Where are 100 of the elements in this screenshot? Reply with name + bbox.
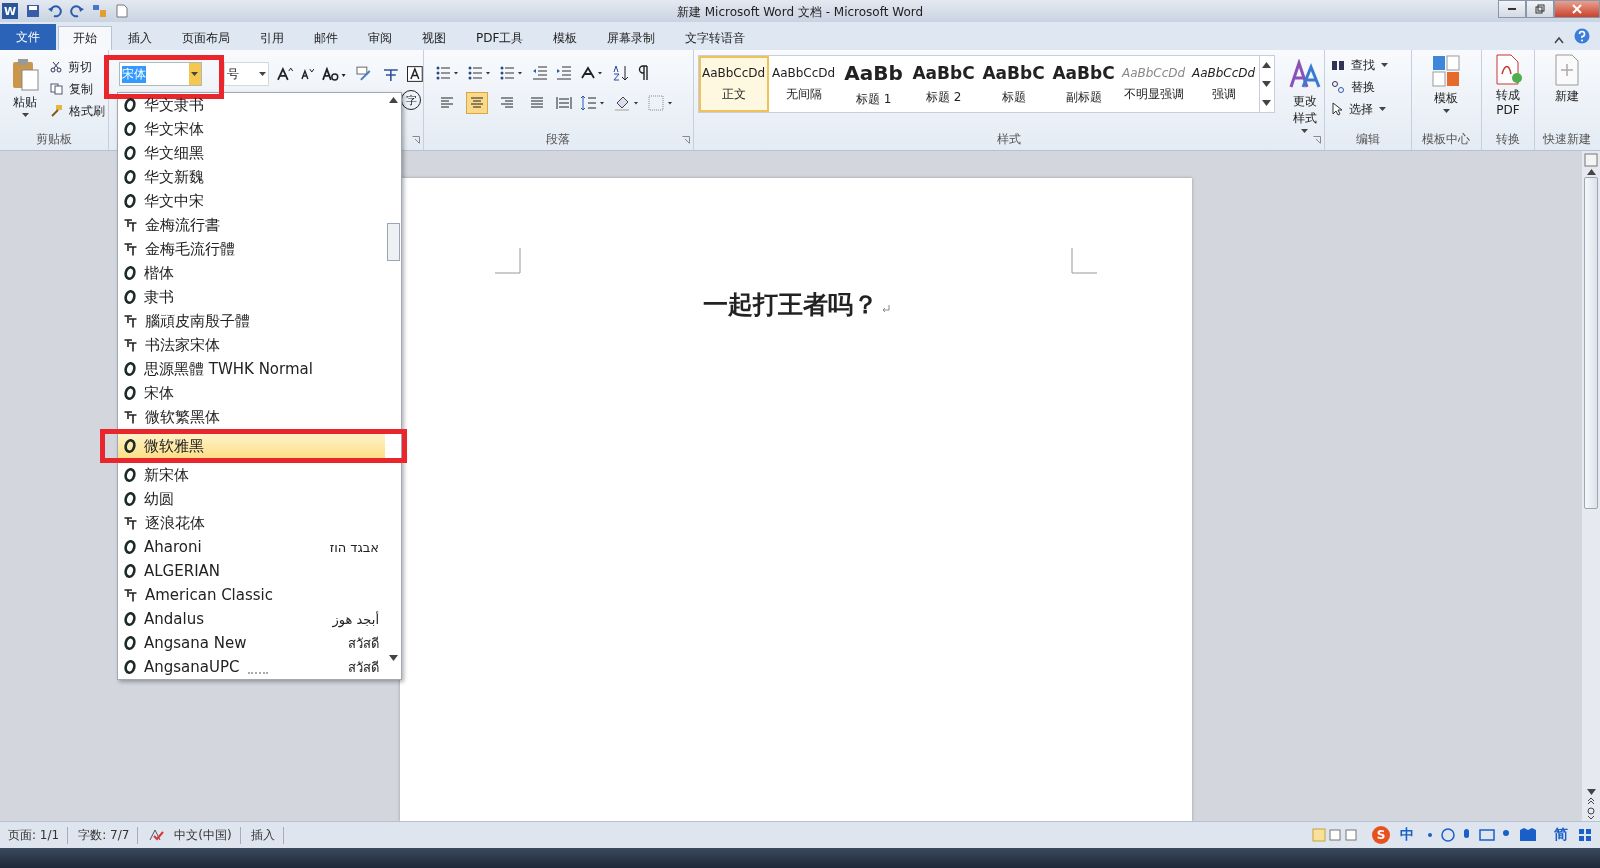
font-item[interactable]: 微软雅黑 — [118, 434, 385, 458]
font-item[interactable]: 思源黑體 TWHK Normal — [118, 357, 385, 381]
ime-logo[interactable]: S — [1372, 826, 1390, 844]
cut-button[interactable]: 剪切 — [50, 58, 105, 76]
copy-button[interactable]: 复制 — [50, 80, 105, 98]
layout-icon[interactable] — [92, 4, 108, 18]
ribbon-tab[interactable]: 邮件 — [300, 26, 352, 50]
style-item[interactable]: AaBbCcDd 不明显强调 — [1118, 56, 1189, 112]
change-styles-button[interactable]: 更改样式 — [1282, 55, 1327, 137]
resize-grip-icon[interactable] — [248, 672, 268, 677]
dialog-launcher-icon[interactable] — [1312, 136, 1321, 144]
font-item[interactable]: American Classic — [118, 583, 385, 607]
text-direction-icon[interactable] — [580, 66, 604, 80]
list-icon[interactable] — [468, 66, 492, 80]
ribbon-tab[interactable]: 页面布局 — [168, 26, 244, 50]
collapse-ribbon-icon[interactable] — [1554, 36, 1564, 44]
ime-script[interactable]: 简 — [1554, 826, 1568, 844]
font-item[interactable]: 华文新魏 — [118, 165, 385, 189]
template-button[interactable]: 模板 — [1425, 50, 1468, 117]
font-size-field[interactable]: 号 — [223, 62, 269, 86]
increase-indent-icon[interactable] — [556, 66, 572, 80]
font-item[interactable]: 金梅流行書 — [118, 213, 385, 237]
replace-button[interactable]: 替换 — [1330, 78, 1411, 96]
ribbon-tab[interactable]: 引用 — [246, 26, 298, 50]
scrollbar-thumb[interactable] — [1584, 177, 1598, 509]
undo-icon[interactable] — [48, 4, 62, 18]
status-text[interactable]: 字数: 7/7 — [78, 826, 139, 844]
dialog-launcher-icon[interactable] — [681, 136, 690, 144]
list-icon[interactable] — [436, 66, 460, 80]
style-item[interactable]: AaBbCcDd 正文 — [698, 56, 769, 112]
sort-icon[interactable] — [612, 65, 630, 81]
browse-object-icon[interactable] — [1586, 797, 1596, 821]
style-item[interactable]: AaBbC 标题 — [978, 56, 1049, 112]
dialog-launcher-icon[interactable] — [412, 136, 420, 144]
distributed-icon[interactable] — [556, 96, 572, 110]
redo-icon[interactable] — [70, 4, 84, 18]
status-text[interactable]: 中文(中国) — [174, 826, 241, 844]
file-tab[interactable]: 文件 — [0, 24, 56, 50]
scroll-up-icon[interactable] — [388, 97, 398, 103]
font-item[interactable]: 华文隶书 — [118, 93, 385, 117]
scroll-down-icon[interactable] — [1262, 81, 1272, 87]
style-item[interactable]: AaBb 标题 1 — [838, 56, 909, 112]
font-item[interactable]: 隶书 — [118, 285, 385, 309]
ime-mode[interactable]: 中 — [1400, 826, 1414, 844]
style-item[interactable]: AaBbCcDd 无间隔 — [768, 56, 839, 112]
more-icon[interactable] — [1262, 99, 1272, 106]
shrink-font-icon[interactable] — [300, 68, 315, 80]
decrease-indent-icon[interactable] — [532, 66, 548, 80]
settings-icon[interactable] — [1578, 828, 1592, 842]
save-icon[interactable] — [26, 4, 40, 18]
style-item[interactable]: AaBbC 副标题 — [1048, 56, 1119, 112]
status-text[interactable]: 页面: 1/1 — [8, 826, 69, 844]
find-button[interactable]: 查找 — [1330, 56, 1411, 74]
scroll-up-icon[interactable] — [1586, 169, 1596, 175]
font-item[interactable]: 逐浪花体 — [118, 511, 385, 535]
ribbon-tab[interactable]: 插入 — [114, 26, 166, 50]
font-item[interactable]: 微软繁黑体 — [118, 405, 385, 429]
shading-icon[interactable] — [614, 95, 640, 111]
scroll-down-icon[interactable] — [388, 655, 398, 661]
font-item[interactable]: 华文中宋 — [118, 189, 385, 213]
status-text[interactable]: 插入 — [250, 826, 284, 844]
ribbon-tab[interactable]: 文字转语音 — [671, 26, 760, 50]
text-transform-icon[interactable] — [381, 66, 400, 82]
character-border-icon[interactable] — [407, 66, 423, 82]
convert-pdf-button[interactable]: 转成PDF — [1486, 50, 1529, 122]
spelling-check-icon[interactable] — [148, 828, 165, 842]
font-item[interactable]: 华文细黑 — [118, 141, 385, 165]
font-item[interactable]: 书法家宋体 — [118, 333, 385, 357]
line-spacing-icon[interactable] — [580, 95, 606, 111]
close-button[interactable] — [1554, 0, 1600, 18]
font-item[interactable]: 宋体 — [118, 381, 385, 405]
scroll-down-icon[interactable] — [1586, 789, 1596, 795]
style-item[interactable]: AaBbCcDd 强调 — [1188, 56, 1259, 112]
ribbon-tab[interactable]: 审阅 — [354, 26, 406, 50]
help-icon[interactable] — [1574, 28, 1590, 44]
font-item[interactable]: 金梅毛流行體 — [118, 237, 385, 261]
ruler-toggle-icon[interactable] — [1584, 151, 1598, 167]
select-button[interactable]: 选择 — [1330, 100, 1411, 118]
format-painter-button[interactable]: 格式刷 — [50, 102, 105, 120]
ribbon-tab[interactable]: PDF工具 — [462, 26, 538, 50]
font-item[interactable]: 新宋体 — [118, 463, 385, 487]
font-item[interactable]: ALGERIAN — [118, 559, 385, 583]
style-item[interactable]: AaBbC 标题 2 — [908, 56, 979, 112]
ribbon-tab[interactable]: 模板 — [539, 26, 592, 50]
scrollbar-thumb[interactable] — [386, 223, 400, 261]
font-item[interactable]: Angsana New สวัสดี — [118, 631, 385, 655]
font-item[interactable]: 楷体 — [118, 261, 385, 285]
paste-button[interactable]: 粘贴 — [4, 54, 46, 121]
list-icon[interactable] — [500, 66, 524, 80]
font-item[interactable]: 腦頑皮南殷子體 — [118, 309, 385, 333]
change-case-icon[interactable] — [322, 67, 348, 81]
font-item[interactable]: AngsanaUPC สวัสดี — [118, 655, 385, 679]
ribbon-tab[interactable]: 屏幕录制 — [593, 26, 670, 50]
new-document-button[interactable]: 新建 — [1548, 50, 1587, 109]
ribbon-tab[interactable]: 视图 — [408, 26, 460, 50]
font-item[interactable]: 幼圆 — [118, 487, 385, 511]
paragraph-mark-icon[interactable] — [638, 65, 650, 81]
restore-button[interactable] — [1526, 0, 1554, 18]
minimize-button[interactable] — [1498, 0, 1526, 18]
align-button[interactable] — [466, 92, 488, 114]
